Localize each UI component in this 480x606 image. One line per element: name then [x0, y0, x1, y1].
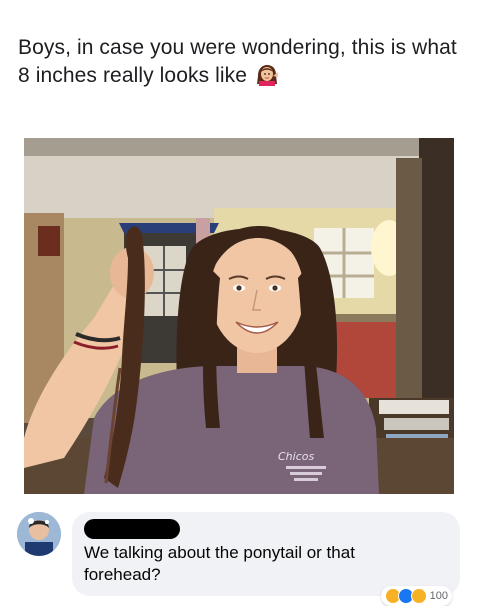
post-caption: Boys, in case you were wondering, this i… [18, 36, 457, 87]
comment-bubble[interactable]: We talking about the ponytail or that fo… [72, 512, 460, 606]
post-text: Boys, in case you were wondering, this i… [18, 34, 468, 90]
reaction-count: 100 [429, 590, 448, 602]
shirt-logo-text: Chicos [278, 450, 314, 463]
woman-tipping-hand-emoji-icon [255, 64, 279, 86]
redacted-commenter-name [84, 519, 180, 539]
comment-text: We talking about the ponytail or that fo… [84, 543, 355, 584]
comment-reactions[interactable]: 100 [380, 586, 452, 606]
post-photo[interactable]: Chicos [24, 138, 454, 494]
woman-holding-ponytail-photo: Chicos [24, 138, 454, 494]
commenter-avatar[interactable] [17, 512, 61, 556]
